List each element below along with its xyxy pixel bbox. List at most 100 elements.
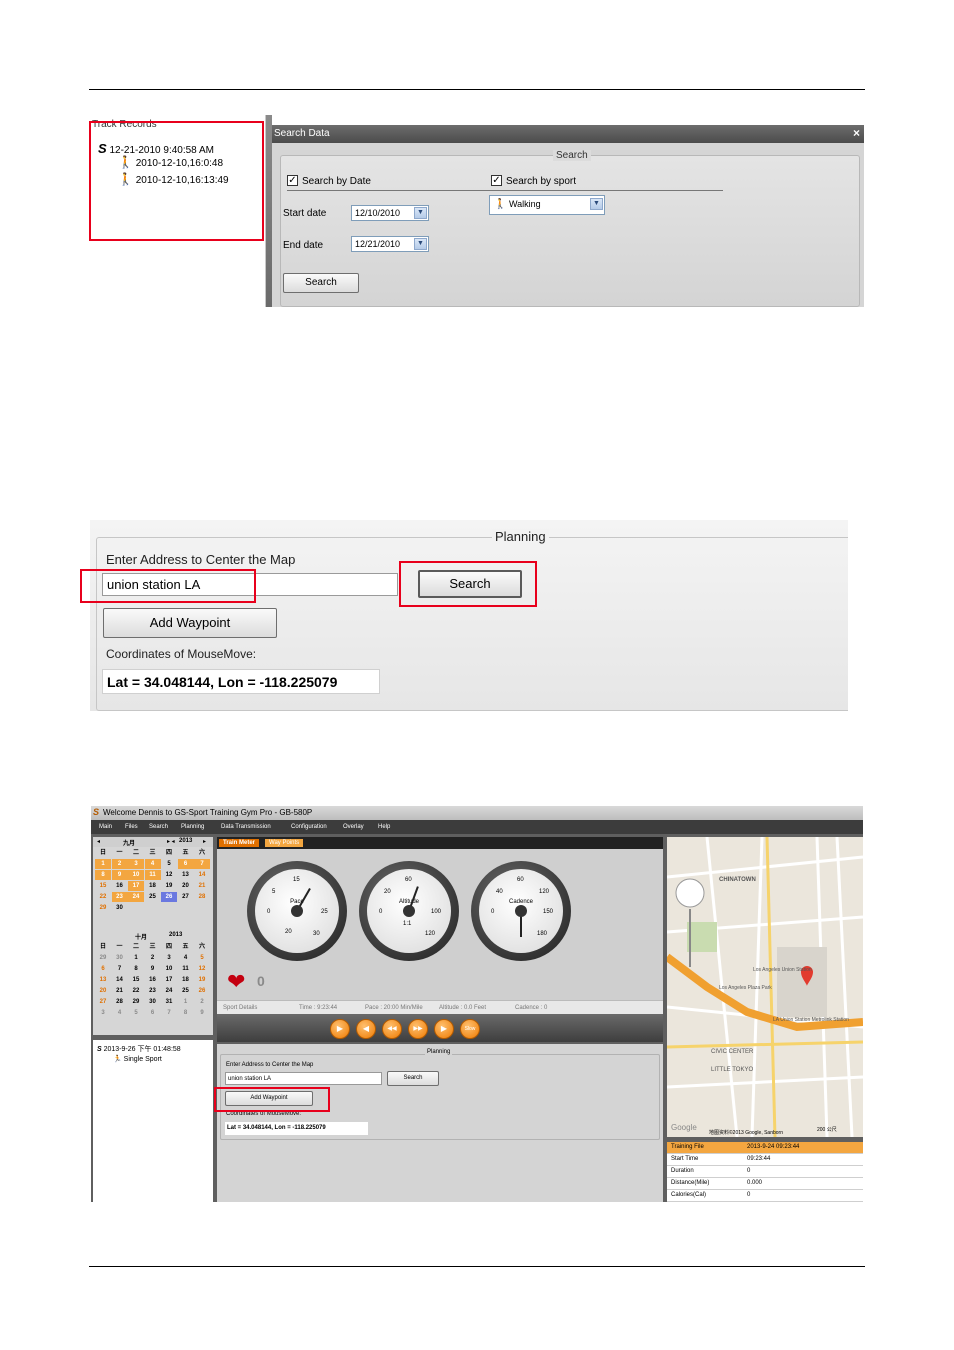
chevron-down-icon[interactable]: ▼ xyxy=(414,207,427,219)
play-icon[interactable]: ▶ xyxy=(330,1019,350,1039)
calendar-day[interactable]: 17 xyxy=(161,975,177,985)
calendar-day[interactable]: 14 xyxy=(194,870,210,880)
calendar-day[interactable]: 19 xyxy=(161,881,177,891)
calendar-day[interactable]: 22 xyxy=(95,892,111,902)
calendar-day[interactable]: 8 xyxy=(128,964,144,974)
calendar-day[interactable]: 17 xyxy=(128,881,144,891)
calendar-day[interactable]: 25 xyxy=(178,986,194,996)
calendar-day[interactable]: 25 xyxy=(145,892,161,902)
calendar-day[interactable]: 31 xyxy=(161,997,177,1007)
calendar-day[interactable]: 19 xyxy=(194,975,210,985)
calendar-day[interactable]: 21 xyxy=(194,881,210,891)
calendar-day[interactable]: 18 xyxy=(145,881,161,891)
calendar-day[interactable]: 23 xyxy=(145,986,161,996)
calendar-day[interactable]: 5 xyxy=(161,859,177,869)
calendar-day[interactable]: 2 xyxy=(145,953,161,963)
menu-files[interactable]: Files xyxy=(125,824,138,830)
calendar-day[interactable]: 13 xyxy=(95,975,111,985)
calendar-day[interactable]: 9 xyxy=(145,964,161,974)
calendar-day[interactable]: 9 xyxy=(111,870,128,880)
search-button[interactable]: Search xyxy=(387,1071,439,1086)
calendar-day[interactable]: 9 xyxy=(194,1008,210,1018)
calendar-day[interactable]: 2 xyxy=(194,997,210,1007)
calendar-day[interactable]: 12 xyxy=(161,870,177,880)
menu-data-transmission[interactable]: Data Transmission xyxy=(221,824,271,830)
calendar-day[interactable]: 4 xyxy=(178,953,194,963)
calendar-day[interactable]: 30 xyxy=(145,997,161,1007)
menu-main[interactable]: Main xyxy=(99,824,112,830)
prev-month-icon[interactable]: ◂ xyxy=(97,838,100,845)
calendar-day[interactable]: 7 xyxy=(112,964,128,974)
add-waypoint-button[interactable]: Add Waypoint xyxy=(103,608,277,638)
calendar-day[interactable]: 21 xyxy=(112,986,128,996)
calendar-day[interactable]: 4 xyxy=(112,1008,128,1018)
calendar-day[interactable]: 29 xyxy=(95,903,111,913)
calendar-day[interactable]: 3 xyxy=(95,1008,111,1018)
calendar-day[interactable]: 16 xyxy=(112,881,128,891)
start-date-picker[interactable]: 12/10/2010 ▼ xyxy=(351,205,429,221)
chevron-down-icon[interactable]: ▼ xyxy=(414,238,427,250)
slow-button[interactable]: Slow xyxy=(460,1019,480,1039)
calendar-day[interactable]: 3 xyxy=(161,953,177,963)
next-month-icon[interactable]: ▸ xyxy=(203,838,206,845)
calendar-day[interactable]: 8 xyxy=(95,870,111,880)
address-input[interactable]: union station LA xyxy=(225,1072,382,1085)
menu-planning[interactable]: Planning xyxy=(181,824,204,830)
search-by-date-checkbox[interactable]: ✓ xyxy=(287,175,298,186)
calendar-day[interactable]: 14 xyxy=(112,975,128,985)
calendar-day[interactable]: 27 xyxy=(178,892,194,902)
calendar-day[interactable]: 3 xyxy=(128,859,144,869)
menu-search[interactable]: Search xyxy=(149,824,168,830)
calendar-day[interactable]: 18 xyxy=(178,975,194,985)
calendar-day[interactable]: 7 xyxy=(194,859,210,869)
tab-train-meter[interactable]: Train Meter xyxy=(219,839,260,847)
calendar-day[interactable]: 10 xyxy=(161,964,177,974)
nav-arrows-icon[interactable]: ▸ ◂ xyxy=(167,838,175,845)
menu-help[interactable]: Help xyxy=(378,824,390,830)
calendar-day[interactable]: 23 xyxy=(111,892,128,902)
rewind-icon[interactable]: ◀◀ xyxy=(382,1019,402,1039)
calendar-day[interactable]: 8 xyxy=(178,1008,194,1018)
calendar-day[interactable]: 29 xyxy=(95,953,111,963)
calendar-day[interactable]: 24 xyxy=(161,986,177,996)
calendar-day[interactable]: 26 xyxy=(194,986,210,996)
search-button[interactable]: Search xyxy=(283,273,359,293)
calendar-day[interactable]: 6 xyxy=(177,859,194,869)
calendar-day[interactable]: 16 xyxy=(145,975,161,985)
menu-configuration[interactable]: Configuration xyxy=(291,824,327,830)
calendar-day[interactable]: 1 xyxy=(178,997,194,1007)
calendar-day[interactable]: 15 xyxy=(95,881,111,891)
step-back-icon[interactable]: ◀ xyxy=(356,1019,376,1039)
map-view[interactable]: CHINATOWN Los Angeles Union Station Los … xyxy=(667,837,863,1137)
step-forward-icon[interactable]: ▶ xyxy=(434,1019,454,1039)
menu-overlay[interactable]: Overlay xyxy=(343,824,364,830)
calendar-day[interactable]: 30 xyxy=(112,953,128,963)
calendar-day[interactable]: 13 xyxy=(178,870,194,880)
tree-item[interactable]: 🏃 Single Sport xyxy=(113,1055,162,1063)
calendar-day[interactable]: 29 xyxy=(128,997,144,1007)
calendar-day[interactable]: 28 xyxy=(194,892,210,902)
calendar-day[interactable]: 20 xyxy=(178,881,194,891)
calendar-day[interactable]: 27 xyxy=(95,997,111,1007)
calendar-day[interactable]: 28 xyxy=(112,997,128,1007)
tree-root-item[interactable]: S 2013-9-26 下午 01:48:58 xyxy=(97,1044,181,1054)
calendar-day[interactable]: 12 xyxy=(194,964,210,974)
calendar-day[interactable]: 10 xyxy=(128,870,144,880)
calendar-day[interactable]: 6 xyxy=(95,964,111,974)
close-icon[interactable]: × xyxy=(853,126,860,140)
calendar-day[interactable]: 30 xyxy=(112,903,128,913)
calendar-day[interactable]: 11 xyxy=(178,964,194,974)
calendar-day[interactable]: 24 xyxy=(128,892,144,902)
calendar-day[interactable]: 22 xyxy=(128,986,144,996)
calendar-day[interactable]: 4 xyxy=(144,859,161,869)
calendar-day[interactable]: 20 xyxy=(95,986,111,996)
calendar-day[interactable]: 1 xyxy=(95,859,111,869)
calendar-day[interactable]: 1 xyxy=(128,953,144,963)
end-date-picker[interactable]: 12/21/2010 ▼ xyxy=(351,236,429,252)
sport-select[interactable]: 🚶 Walking ▼ xyxy=(489,195,605,215)
calendar-day[interactable]: 26 xyxy=(161,892,177,902)
chevron-down-icon[interactable]: ▼ xyxy=(590,198,603,210)
calendar-day[interactable]: 5 xyxy=(194,953,210,963)
tab-way-points[interactable]: Way Points xyxy=(265,839,304,847)
calendar-day[interactable]: 7 xyxy=(161,1008,177,1018)
